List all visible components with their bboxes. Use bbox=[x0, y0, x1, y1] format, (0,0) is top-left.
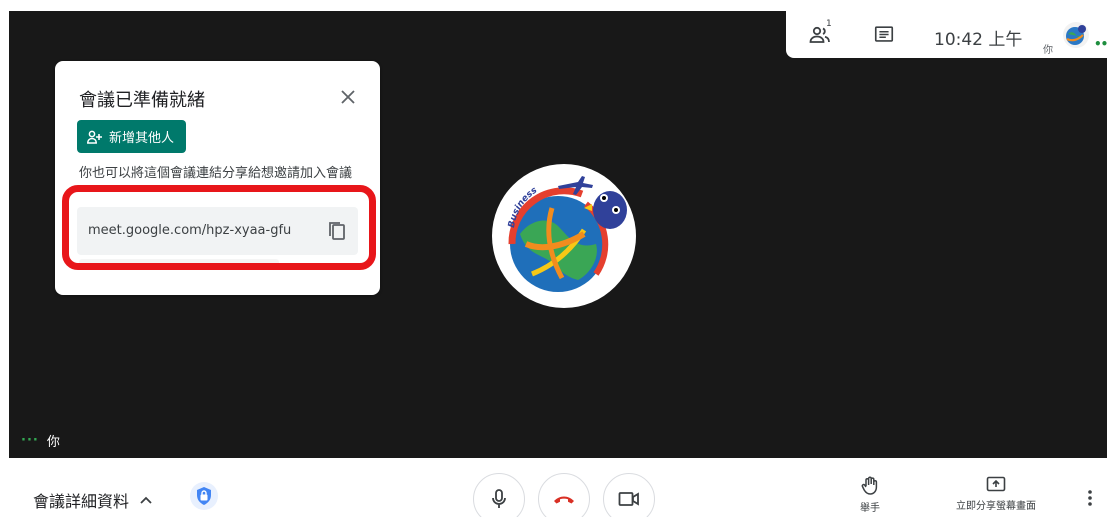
close-icon bbox=[341, 90, 355, 104]
more-options-button[interactable] bbox=[1080, 486, 1100, 510]
hang-up-icon bbox=[554, 496, 574, 504]
chat-button[interactable] bbox=[872, 23, 896, 47]
present-now-label: 立即分享螢幕畫面 bbox=[956, 501, 1036, 512]
participants-button[interactable]: 1 bbox=[808, 19, 832, 47]
business-globe-logo-icon: Business bbox=[492, 164, 636, 308]
participants-count: 1 bbox=[826, 19, 832, 29]
speaking-indicator: •• bbox=[1094, 37, 1107, 51]
share-description: 你也可以將這個會議連結分享給想邀請加入會議 bbox=[79, 166, 353, 181]
raise-hand-label: 舉手 bbox=[860, 503, 880, 514]
video-camera-icon bbox=[618, 492, 639, 506]
self-avatar[interactable] bbox=[1062, 21, 1090, 49]
participant-avatar: Business bbox=[492, 164, 636, 308]
close-card-button[interactable] bbox=[336, 85, 360, 109]
chat-icon bbox=[874, 26, 894, 42]
self-tile-label: ··· 你 bbox=[21, 431, 60, 450]
meeting-details-button[interactable]: 會議詳細資料 bbox=[33, 488, 153, 512]
raise-hand-button[interactable]: 舉手 bbox=[846, 476, 894, 514]
self-name: 你 bbox=[46, 435, 60, 450]
add-person-icon bbox=[87, 130, 102, 144]
top-status-bar: 1 10:42 上午 你 •• bbox=[786, 11, 1107, 58]
add-people-button[interactable]: 新增其他人 bbox=[77, 120, 186, 153]
chevron-up-icon bbox=[140, 496, 152, 504]
more-vertical-icon bbox=[1088, 490, 1092, 506]
link-highlight-annotation bbox=[62, 185, 376, 270]
microphone-button[interactable] bbox=[473, 473, 525, 517]
security-button[interactable] bbox=[190, 482, 218, 510]
more-dots-icon: ··· bbox=[21, 433, 39, 448]
present-screen-icon bbox=[986, 476, 1006, 492]
raise-hand-icon bbox=[861, 476, 878, 495]
globe-avatar-icon bbox=[1063, 22, 1089, 48]
camera-button[interactable] bbox=[603, 473, 655, 517]
meeting-details-label: 會議詳細資料 bbox=[33, 492, 130, 511]
microphone-icon bbox=[492, 489, 506, 508]
current-time: 10:42 上午 bbox=[934, 30, 1023, 50]
present-now-button[interactable]: 立即分享螢幕畫面 bbox=[944, 476, 1048, 512]
card-title: 會議已準備就緒 bbox=[79, 90, 205, 111]
shield-lock-icon bbox=[190, 482, 218, 510]
add-people-label: 新增其他人 bbox=[109, 131, 175, 146]
self-short-label: 你 bbox=[1043, 45, 1053, 56]
leave-call-button[interactable] bbox=[538, 473, 590, 517]
